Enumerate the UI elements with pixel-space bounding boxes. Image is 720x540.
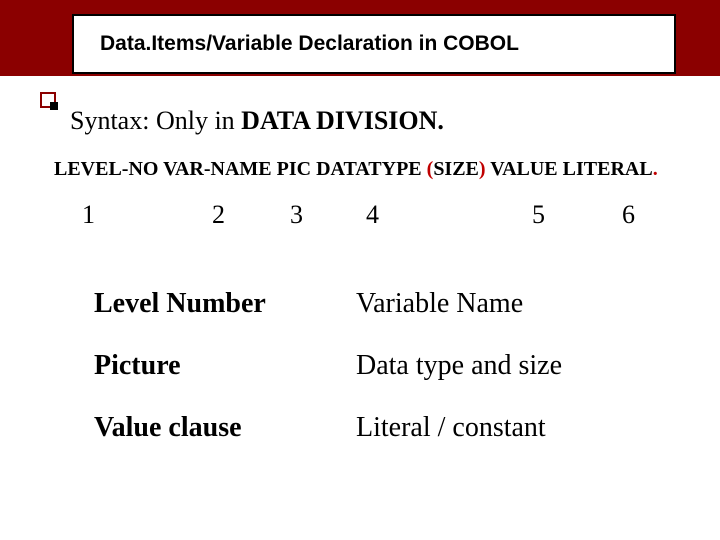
def-row: Level Number Variable Name bbox=[94, 290, 654, 318]
def-left: Value clause bbox=[94, 414, 356, 442]
def-right: Literal / constant bbox=[356, 414, 654, 442]
fmt-datatype: DATATYPE bbox=[316, 158, 427, 180]
title-box: Data.Items/Variable Declaration in COBOL bbox=[72, 14, 676, 74]
fmt-size: SIZE bbox=[433, 158, 479, 180]
num-3: 3 bbox=[290, 200, 303, 230]
fmt-var-name: VAR-NAME bbox=[163, 158, 272, 180]
syntax-label: Syntax: Only in bbox=[70, 106, 241, 135]
def-row: Picture Data type and size bbox=[94, 352, 654, 380]
num-5: 5 bbox=[532, 200, 545, 230]
num-4: 4 bbox=[366, 200, 379, 230]
definitions: Level Number Variable Name Picture Data … bbox=[94, 290, 654, 476]
fmt-literal: LITERAL bbox=[563, 158, 653, 180]
num-2: 2 bbox=[212, 200, 225, 230]
def-right: Data type and size bbox=[356, 352, 654, 380]
num-6: 6 bbox=[622, 200, 635, 230]
slide-title: Data.Items/Variable Declaration in COBOL bbox=[74, 32, 519, 56]
def-left: Level Number bbox=[94, 290, 356, 318]
syntax-line: Syntax: Only in DATA DIVISION. bbox=[70, 106, 444, 136]
format-line: LEVEL-NO VAR-NAME PIC DATATYPE (SIZE) VA… bbox=[54, 158, 658, 181]
num-1: 1 bbox=[82, 200, 95, 230]
def-left: Picture bbox=[94, 352, 356, 380]
fmt-pic: PIC bbox=[277, 158, 311, 180]
fmt-period: . bbox=[653, 158, 658, 180]
fmt-value: VALUE bbox=[490, 158, 557, 180]
def-row: Value clause Literal / constant bbox=[94, 414, 654, 442]
fmt-paren-close: ) bbox=[479, 158, 486, 180]
slide: Data.Items/Variable Declaration in COBOL… bbox=[0, 0, 720, 540]
fmt-level-no: LEVEL-NO bbox=[54, 158, 158, 180]
bullet-icon bbox=[40, 92, 56, 108]
def-right: Variable Name bbox=[356, 290, 654, 318]
syntax-bold: DATA DIVISION. bbox=[241, 106, 444, 135]
